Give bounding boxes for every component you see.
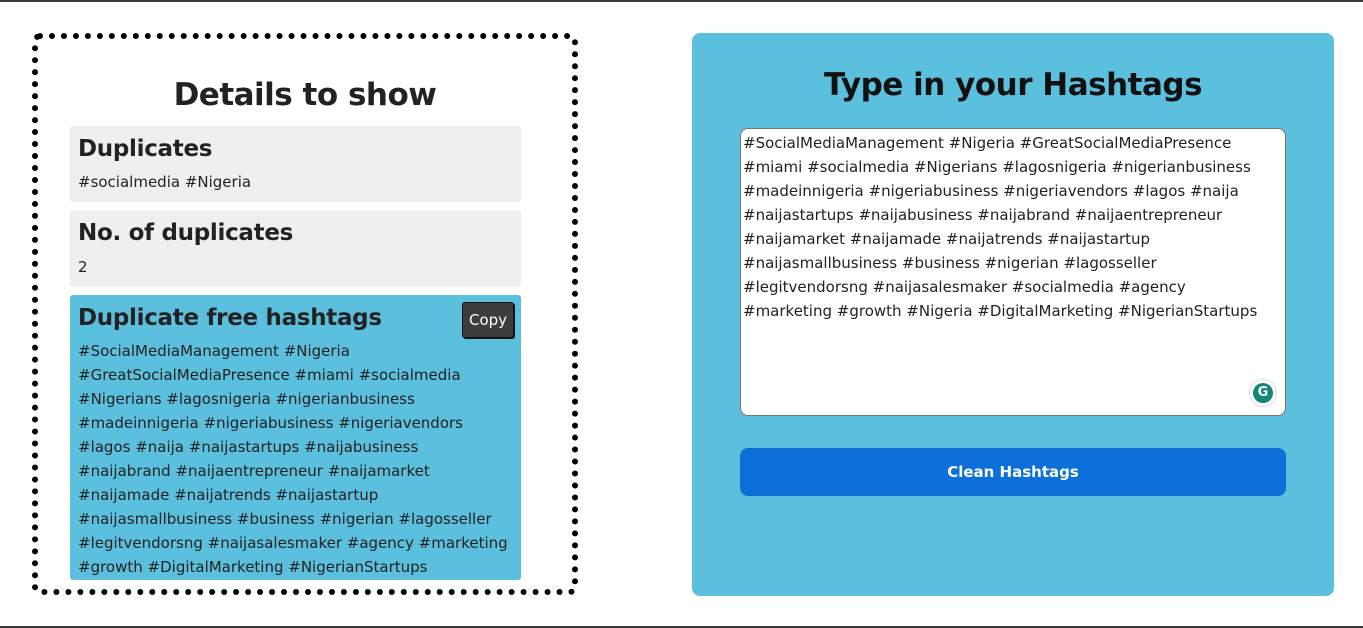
- details-panel: Details to show Duplicates #socialmedia …: [32, 33, 578, 595]
- duplicates-value: #socialmedia #Nigeria: [78, 173, 252, 191]
- grammarly-icon[interactable]: G: [1250, 380, 1276, 406]
- copy-button[interactable]: Copy: [462, 302, 514, 338]
- duplicate-count-value: 2: [78, 258, 88, 276]
- duplicate-count-heading: No. of duplicates: [78, 220, 294, 246]
- duplicate-count-card: No. of duplicates 2: [70, 210, 521, 287]
- duplicates-card: Duplicates #socialmedia #Nigeria: [70, 126, 521, 202]
- input-title: Type in your Hashtags: [823, 67, 1203, 103]
- hashtag-textarea[interactable]: #SocialMediaManagement #Nigeria #GreatSo…: [740, 128, 1286, 416]
- details-title: Details to show: [173, 77, 437, 113]
- duplicates-heading: Duplicates: [78, 136, 213, 162]
- hashtag-textarea-text: #SocialMediaManagement #Nigeria #GreatSo…: [743, 134, 1258, 320]
- duplicate-free-heading: Duplicate free hashtags: [78, 305, 382, 331]
- top-divider: [0, 0, 1363, 2]
- duplicate-free-card: Duplicate free hashtags Copy #SocialMedi…: [70, 295, 521, 580]
- duplicate-free-value[interactable]: #SocialMediaManagement #Nigeria #GreatSo…: [78, 339, 513, 579]
- grammarly-g-icon: G: [1253, 383, 1273, 403]
- clean-hashtags-button[interactable]: Clean Hashtags: [740, 448, 1286, 496]
- hashtag-input-panel: Type in your Hashtags #SocialMediaManage…: [692, 33, 1334, 596]
